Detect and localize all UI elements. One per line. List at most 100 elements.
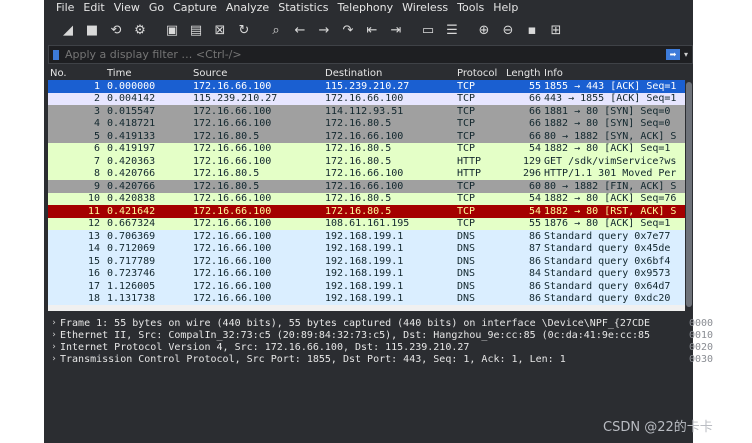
column-header-length[interactable]: Length bbox=[504, 68, 544, 79]
apply-filter-icon[interactable]: ➡ bbox=[666, 49, 680, 60]
packet-row[interactable]: 7 0.420363 172.16.66.100 172.16.80.5 HTTP 129… bbox=[48, 155, 693, 168]
menu-statistics[interactable]: Statistics bbox=[278, 1, 328, 14]
menu-telephony[interactable]: Telephony bbox=[338, 1, 394, 14]
go-to-packet-icon[interactable]: ↷ bbox=[336, 18, 360, 42]
right-margin bbox=[693, 0, 752, 443]
packet-cell-src: 172.16.66.100 bbox=[193, 280, 272, 292]
packet-list-scrollbar-thumb[interactable] bbox=[686, 82, 692, 307]
colorize-icon[interactable]: ☰ bbox=[440, 18, 464, 42]
packet-cell-time: 0.717789 bbox=[107, 255, 156, 267]
close-file-icon[interactable]: ⊠ bbox=[208, 18, 232, 42]
expand-arrow-icon[interactable]: › bbox=[48, 354, 60, 364]
packet-cell-proto: TCP bbox=[457, 205, 476, 217]
expand-arrow-icon[interactable]: › bbox=[48, 330, 60, 340]
detail-tree-item[interactable]: › Frame 1: 55 bytes on wire (440 bits), 5… bbox=[48, 317, 684, 329]
packet-cell-len: 84 bbox=[528, 268, 541, 280]
packet-cell-time: 0.706369 bbox=[107, 230, 156, 242]
autoscroll-icon[interactable]: ▭ bbox=[416, 18, 440, 42]
resize-columns-icon[interactable]: ⊞ bbox=[544, 18, 568, 42]
packet-row[interactable]: 4 0.418721 172.16.66.100 172.16.80.5 TCP 66 18… bbox=[48, 117, 693, 130]
reload-icon[interactable]: ↻ bbox=[232, 18, 256, 42]
packet-cell-no: 9 bbox=[93, 180, 100, 192]
packet-list-header: No. Time Source Destination Protocol Len… bbox=[48, 66, 693, 80]
normal-size-icon[interactable]: ▪ bbox=[520, 18, 544, 42]
packet-cell-info: Standard query 0xdc20 bbox=[544, 293, 671, 305]
detail-tree-item[interactable]: › Ethernet II, Src: CompalIn_32:73:c5 (20… bbox=[48, 329, 684, 341]
save-file-icon[interactable]: ▤ bbox=[184, 18, 208, 42]
back-arrow-icon[interactable]: ← bbox=[288, 18, 312, 42]
packet-cell-info: Standard query 0x7e77 bbox=[544, 230, 671, 242]
packet-cell-proto: TCP bbox=[457, 80, 476, 92]
column-header-protocol[interactable]: Protocol bbox=[454, 68, 504, 79]
packet-cell-src: 172.16.66.100 bbox=[193, 243, 272, 255]
expand-arrow-icon[interactable]: › bbox=[48, 318, 60, 328]
column-header-destination[interactable]: Destination bbox=[322, 68, 454, 79]
packet-row[interactable]: 14 0.712069 172.16.66.100 192.168.199.1 DNS 8… bbox=[48, 242, 693, 255]
menu-wireless[interactable]: Wireless bbox=[402, 1, 448, 14]
search-icon[interactable]: ⌕ bbox=[264, 18, 288, 42]
gear-options-icon[interactable]: ⚙ bbox=[128, 18, 152, 42]
restart-icon[interactable]: ⟲ bbox=[104, 18, 128, 42]
menu-go[interactable]: Go bbox=[149, 1, 164, 14]
packet-cell-proto: TCP bbox=[457, 105, 476, 117]
last-packet-icon[interactable]: ⇥ bbox=[384, 18, 408, 42]
packet-cell-time: 0.420838 bbox=[107, 193, 156, 205]
open-file-icon[interactable]: ▣ bbox=[160, 18, 184, 42]
packet-cell-proto: TCP bbox=[457, 180, 476, 192]
packet-row[interactable]: 11 0.421642 172.16.66.100 172.16.80.5 TCP 54 1… bbox=[48, 205, 693, 218]
menu-tools[interactable]: Tools bbox=[457, 1, 484, 14]
column-header-source[interactable]: Source bbox=[190, 68, 322, 79]
packet-row[interactable]: 10 0.420838 172.16.66.100 172.16.80.5 TCP 54 1… bbox=[48, 192, 693, 205]
packet-row[interactable]: 8 0.420766 172.16.80.5 172.16.66.100 HTTP 296… bbox=[48, 167, 693, 180]
stop-square-icon[interactable]: ■ bbox=[80, 18, 104, 42]
packet-row[interactable]: 3 0.015547 172.16.66.100 114.112.93.51 TCP 66… bbox=[48, 105, 693, 118]
column-header-no[interactable]: No. bbox=[48, 68, 104, 79]
packet-row[interactable]: 9 0.420766 172.16.80.5 172.16.66.100 TCP 60 80… bbox=[48, 180, 693, 193]
packet-cell-src: 172.16.66.100 bbox=[193, 105, 272, 117]
packet-cell-time: 0.667324 bbox=[107, 218, 156, 230]
zoom-out-icon[interactable]: ⊖ bbox=[496, 18, 520, 42]
packet-row[interactable]: 5 0.419133 172.16.80.5 172.16.66.100 TCP 66 80… bbox=[48, 130, 693, 143]
packet-cell-dst: 172.16.80.5 bbox=[325, 118, 392, 130]
packet-cell-time: 0.421642 bbox=[107, 205, 156, 217]
packet-cell-len: 54 bbox=[528, 205, 541, 217]
forward-arrow-icon[interactable]: → bbox=[312, 18, 336, 42]
packet-cell-no: 8 bbox=[93, 168, 100, 180]
packet-cell-dst: 108.61.161.195 bbox=[325, 218, 410, 230]
packet-row[interactable]: 6 0.419197 172.16.66.100 172.16.80.5 TCP 54 18… bbox=[48, 142, 693, 155]
menu-capture[interactable]: Capture bbox=[173, 1, 217, 14]
packet-row[interactable]: 1 0.000000 172.16.66.100 115.239.210.27 TCP 5… bbox=[48, 80, 693, 93]
menu-analyze[interactable]: Analyze bbox=[226, 1, 269, 14]
packet-row[interactable]: 15 0.717789 172.16.66.100 192.168.199.1 DNS 8… bbox=[48, 255, 693, 268]
packet-cell-len: 60 bbox=[528, 180, 541, 192]
first-packet-icon[interactable]: ⇤ bbox=[360, 18, 384, 42]
filter-dropdown-icon[interactable]: ▾ bbox=[682, 49, 690, 60]
packet-cell-dst: 172.16.66.100 bbox=[325, 93, 404, 105]
packet-cell-proto: HTTP bbox=[457, 168, 482, 180]
shark-fin-start-icon[interactable]: ◢ bbox=[56, 18, 80, 42]
column-header-time[interactable]: Time bbox=[104, 68, 190, 79]
menu-file[interactable]: File bbox=[56, 1, 74, 14]
packet-cell-dst: 115.239.210.27 bbox=[325, 80, 410, 92]
detail-tree-item[interactable]: › Internet Protocol Version 4, Src: 172.1… bbox=[48, 341, 684, 353]
packet-row[interactable]: 18 1.131738 172.16.66.100 192.168.199.1 DNS 8… bbox=[48, 292, 693, 305]
expand-arrow-icon[interactable]: › bbox=[48, 342, 60, 352]
menu-view[interactable]: View bbox=[114, 1, 140, 14]
menu-help[interactable]: Help bbox=[493, 1, 518, 14]
filter-bookmark-icon[interactable] bbox=[49, 46, 63, 63]
packet-cell-proto: HTTP bbox=[457, 155, 482, 167]
menu-edit[interactable]: Edit bbox=[83, 1, 104, 14]
display-filter-input[interactable] bbox=[63, 46, 666, 63]
packet-cell-dst: 172.16.66.100 bbox=[325, 168, 404, 180]
packet-cell-dst: 192.168.199.1 bbox=[325, 243, 404, 255]
packet-row[interactable]: 13 0.706369 172.16.66.100 192.168.199.1 DNS 8… bbox=[48, 230, 693, 243]
packet-details-pane: › Frame 1: 55 bytes on wire (440 bits), 5… bbox=[48, 317, 684, 377]
packet-row[interactable]: 16 0.723746 172.16.66.100 192.168.199.1 DNS 8… bbox=[48, 267, 693, 280]
packet-row[interactable]: 12 0.667324 172.16.66.100 108.61.161.195 TCP… bbox=[48, 217, 693, 230]
packet-row[interactable]: 2 0.004142 115.239.210.27 172.16.66.100 TCP 6… bbox=[48, 92, 693, 105]
column-header-info[interactable]: Info bbox=[544, 68, 693, 79]
zoom-in-icon[interactable]: ⊕ bbox=[472, 18, 496, 42]
packet-cell-dst: 192.168.199.1 bbox=[325, 230, 404, 242]
packet-row[interactable]: 17 1.126005 172.16.66.100 192.168.199.1 DNS 8… bbox=[48, 280, 693, 293]
detail-tree-item[interactable]: › Transmission Control Protocol, Src Port… bbox=[48, 353, 684, 365]
